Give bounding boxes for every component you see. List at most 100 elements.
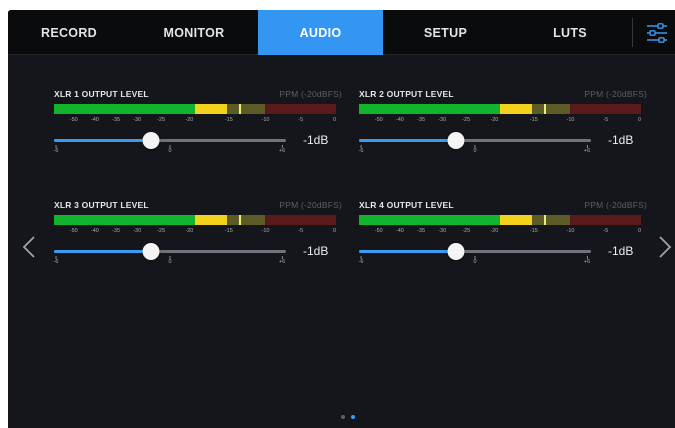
slider-min-text: -6 [358, 148, 364, 154]
xlr-4-level-value: -1dB [608, 244, 634, 258]
meter-peak-hold [543, 104, 546, 114]
xlr-4-level-slider[interactable]: -6 0 +6 [359, 240, 591, 265]
slider-thumb[interactable] [447, 243, 465, 260]
slider-thumb[interactable] [142, 243, 160, 260]
meter-tick-label: 0 [638, 117, 642, 123]
xlr-1-audio-meter [54, 104, 336, 114]
meter-tick-label: -15 [224, 228, 233, 234]
slider-max-text: +6 [278, 259, 286, 265]
xlr-1-output-panel: XLR 1 OUTPUT LEVEL PPM (-20dBFS) -50 -40 -35… [54, 89, 344, 167]
slider-min-text: -6 [53, 148, 59, 154]
slider-mid-text: 0 [473, 259, 477, 265]
meter-tick-label: -40 [90, 117, 99, 123]
meter-tick-label: -35 [417, 228, 426, 234]
xlr-3-level-slider[interactable]: -6 0 +6 [53, 240, 286, 265]
page-dot-1[interactable] [341, 415, 345, 419]
tab-setup[interactable]: SETUP [383, 10, 508, 55]
audio-settings-screen: RECORD MONITOR AUDIO SETUP LUTS XLR 1 OU… [8, 10, 675, 428]
slider-max-label: +6 [279, 256, 285, 265]
meter-tick-label: -40 [90, 228, 99, 234]
slider-max-label: +6 [584, 145, 590, 154]
meter-segment-red [570, 215, 641, 225]
meter-segment-green [54, 104, 195, 114]
slider-fill [54, 250, 151, 253]
xlr-3-meter-scale: -50 -40 -35 -30 -25 -20 -15 -10 -5 0 [54, 228, 336, 238]
slider-fill [359, 139, 456, 142]
meter-peak-hold [238, 215, 241, 225]
xlr-3-scale-label: PPM (-20dBFS) [279, 200, 342, 210]
tab-audio[interactable]: AUDIO [258, 10, 383, 55]
slider-min-label: -6 [359, 256, 363, 265]
meter-segment-olive [227, 104, 266, 114]
xlr-2-level-slider[interactable]: -6 0 +6 [358, 129, 591, 154]
meter-tick-label: -10 [566, 117, 575, 123]
meter-segment-red [570, 104, 641, 114]
xlr-3-output-panel: XLR 3 OUTPUT LEVEL PPM (-20dBFS) -50 -40 -35… [54, 200, 344, 278]
tab-monitor[interactable]: MONITOR [130, 10, 258, 55]
next-page-button[interactable] [654, 234, 675, 260]
meter-tick-label: 0 [333, 228, 337, 234]
xlr-1-scale-label: PPM (-20dBFS) [279, 89, 342, 99]
slider-thumb[interactable] [142, 132, 160, 149]
slider-min-label: -6 [358, 145, 364, 154]
slider-max-label: +6 [279, 145, 285, 154]
meter-tick-label: -20 [185, 117, 194, 123]
meter-tick-label: -10 [261, 228, 270, 234]
xlr-4-title: XLR 4 OUTPUT LEVEL [359, 200, 454, 210]
meter-tick-label: -20 [490, 228, 499, 234]
slider-mid-label: 0 [473, 256, 477, 265]
meter-segment-green [359, 215, 500, 225]
meter-segment-yellow [195, 104, 228, 114]
chevron-right-icon [659, 236, 672, 258]
meter-segment-yellow [500, 104, 533, 114]
xlr-4-scale-label: PPM (-20dBFS) [584, 200, 647, 210]
page-dot-2[interactable] [351, 415, 355, 419]
meter-tick-label: -25 [462, 228, 471, 234]
meter-tick-label: -5 [603, 117, 609, 123]
slider-max-text: +6 [583, 148, 591, 154]
page-indicator [341, 415, 355, 419]
meter-segment-red [265, 104, 336, 114]
meter-tick-label: -5 [298, 228, 304, 234]
slider-min-label: -6 [53, 145, 59, 154]
slider-mid-text: 0 [168, 259, 172, 265]
meter-tick-label: -35 [112, 228, 121, 234]
slider-fill [359, 250, 456, 253]
previous-page-button[interactable] [18, 234, 40, 260]
slider-max-text: +6 [583, 259, 591, 265]
slider-min-text: -6 [53, 259, 59, 265]
xlr-1-title: XLR 1 OUTPUT LEVEL [54, 89, 149, 99]
meter-tick-label: -35 [417, 117, 426, 123]
meter-tick-label: -20 [490, 117, 499, 123]
meter-tick-label: -15 [529, 228, 538, 234]
xlr-1-level-slider[interactable]: -6 0 +6 [53, 129, 286, 154]
slider-mid-label: 0 [168, 256, 172, 265]
meter-tick-label: -50 [374, 228, 383, 234]
chevron-left-icon [22, 236, 35, 258]
meter-segment-green [359, 104, 500, 114]
meter-tick-label: -5 [603, 228, 609, 234]
tab-luts[interactable]: LUTS [508, 10, 632, 55]
meter-tick-label: -30 [438, 117, 447, 123]
slider-mid-text: 0 [473, 148, 477, 154]
meter-tick-label: 0 [333, 117, 337, 123]
xlr-1-level-value: -1dB [303, 133, 329, 147]
slider-mid-label: 0 [473, 145, 477, 154]
sliders-icon [647, 22, 667, 43]
meter-tick-label: -30 [133, 117, 142, 123]
settings-button[interactable] [644, 18, 670, 47]
slider-thumb[interactable] [447, 132, 465, 149]
meter-tick-label: 0 [638, 228, 642, 234]
tab-record[interactable]: RECORD [8, 10, 130, 55]
meter-tick-label: -50 [69, 117, 78, 123]
slider-mid-label: 0 [168, 145, 172, 154]
meter-tick-label: -25 [462, 117, 471, 123]
meter-tick-label: -25 [157, 228, 166, 234]
xlr-4-audio-meter [359, 215, 641, 225]
meter-peak-hold [543, 215, 546, 225]
meter-tick-label: -15 [529, 117, 538, 123]
slider-min-label: -6 [53, 256, 59, 265]
meter-tick-label: -30 [438, 228, 447, 234]
meter-tick-label: -35 [112, 117, 121, 123]
meter-tick-label: -40 [395, 117, 404, 123]
